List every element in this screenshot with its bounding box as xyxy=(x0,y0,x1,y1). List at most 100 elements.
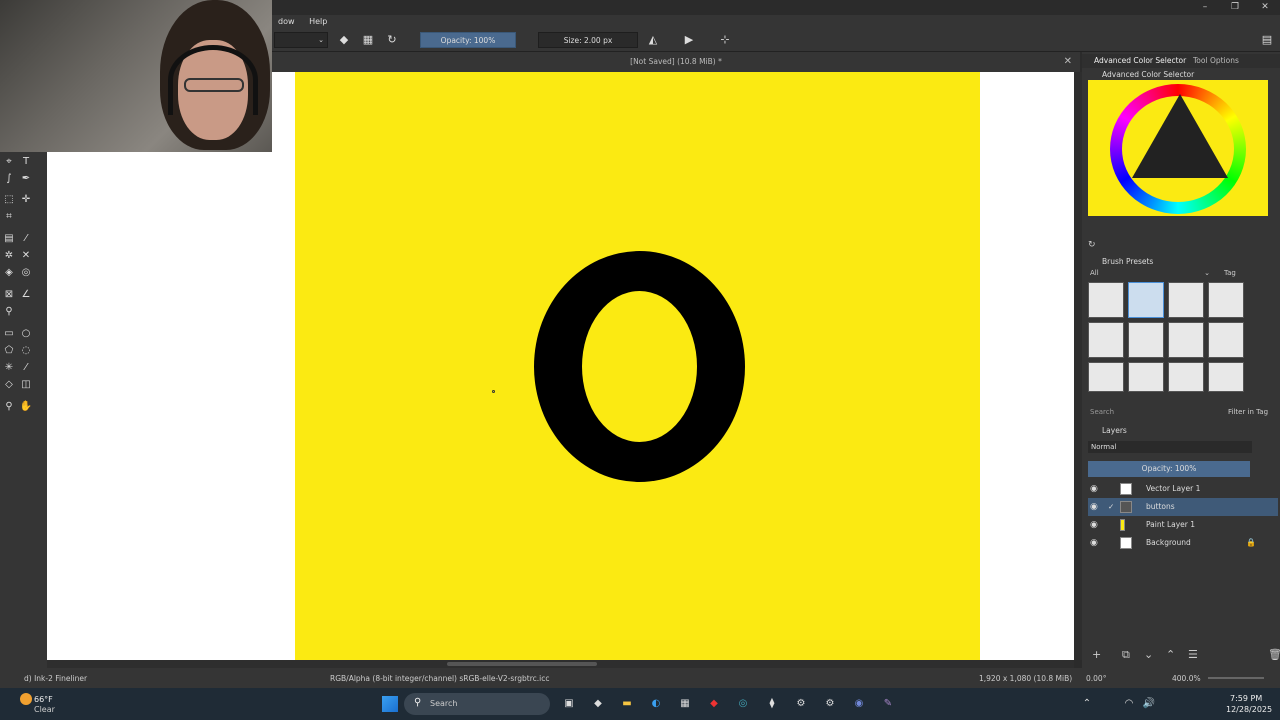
maximize-icon[interactable]: ❐ xyxy=(1220,0,1250,15)
edge-icon[interactable]: ◐ xyxy=(647,688,665,720)
bezier-select-icon[interactable]: ◇ xyxy=(2,378,16,392)
mirror-vertical-icon[interactable]: ▶ xyxy=(682,33,696,47)
brush-preset[interactable] xyxy=(1088,322,1124,358)
tag-button[interactable]: Tag xyxy=(1224,269,1236,277)
discord-icon[interactable]: ◉ xyxy=(850,688,868,720)
reload-preset-icon[interactable]: ↻ xyxy=(385,33,399,47)
duplicate-layer-icon[interactable]: ⧉ xyxy=(1122,648,1130,662)
visibility-icon[interactable]: ◉ xyxy=(1090,516,1098,534)
app-red-icon[interactable]: ◆ xyxy=(705,688,723,720)
assistant-tool-icon[interactable]: ⊠ xyxy=(2,288,16,302)
minimize-icon[interactable]: – xyxy=(1190,0,1220,15)
visibility-icon[interactable]: ◉ xyxy=(1090,498,1098,516)
zoom-slider[interactable] xyxy=(1208,677,1264,679)
calligraphy-icon[interactable]: ✒ xyxy=(19,172,33,186)
brush-preset[interactable] xyxy=(1128,362,1164,392)
tab-advanced-color-selector[interactable]: Advanced Color Selector xyxy=(1094,56,1186,65)
edit-shape-icon[interactable]: ∫ xyxy=(2,172,16,186)
close-document-icon[interactable]: ✕ xyxy=(1064,52,1072,72)
blend-mode-select[interactable]: Normal xyxy=(1088,441,1252,453)
ellipse-select-icon[interactable]: ○ xyxy=(19,327,33,341)
select-shape-icon[interactable]: ⌖ xyxy=(2,155,16,169)
preserve-alpha-icon[interactable]: ▦ xyxy=(361,33,375,47)
clock-date[interactable]: 12/28/2025 xyxy=(1226,705,1272,714)
brush-preset-selected[interactable] xyxy=(1128,282,1164,318)
gradient-icon[interactable]: ▤ xyxy=(2,232,16,246)
wrap-around-icon[interactable]: ⊹ xyxy=(718,33,732,47)
clock-time[interactable]: 7:59 PM xyxy=(1230,694,1262,703)
brush-preset[interactable] xyxy=(1088,282,1124,318)
wifi-icon[interactable]: ◠ xyxy=(1120,688,1138,720)
color-selector-panel[interactable] xyxy=(1088,80,1268,216)
rect-select-icon[interactable]: ▭ xyxy=(2,327,16,341)
layer-row[interactable]: ◉ Paint Layer 1 xyxy=(1088,516,1278,534)
layer-opacity-slider[interactable]: Opacity: 100% xyxy=(1088,461,1250,477)
krita-icon[interactable]: ✎ xyxy=(879,688,897,720)
close-window-icon[interactable]: ✕ xyxy=(1250,0,1280,15)
brush-preset[interactable] xyxy=(1168,362,1204,392)
brush-preset[interactable] xyxy=(1208,362,1244,392)
brush-preset[interactable] xyxy=(1168,322,1204,358)
tab-tool-options[interactable]: Tool Options xyxy=(1193,56,1239,65)
weather-temp[interactable]: 66°F xyxy=(34,695,53,704)
tray-chevron-icon[interactable]: ⌃ xyxy=(1078,688,1096,720)
opacity-slider[interactable]: Opacity: 100% xyxy=(420,32,516,48)
volume-icon[interactable]: 🔊 xyxy=(1140,688,1158,720)
saturation-triangle[interactable] xyxy=(1132,94,1228,178)
move-tool-icon[interactable]: ✛ xyxy=(19,193,33,207)
panel-toggle-icon[interactable]: ▤ xyxy=(1260,33,1274,47)
task-view-icon[interactable]: ▣ xyxy=(560,688,578,720)
refresh-color-icon[interactable]: ↻ xyxy=(1088,240,1096,250)
size-slider[interactable]: Size: 2.00 px xyxy=(538,32,638,48)
menu-help[interactable]: Help xyxy=(303,15,333,29)
assistant-icon[interactable]: ✕ xyxy=(19,249,33,263)
fill-icon[interactable]: ◈ xyxy=(2,266,16,280)
mirror-horizontal-icon[interactable]: ◭ xyxy=(646,33,660,47)
move-up-icon[interactable]: ⌃ xyxy=(1166,648,1175,661)
freehand-select-icon[interactable]: ◌ xyxy=(19,344,33,358)
vertical-scrollbar[interactable] xyxy=(1074,72,1082,660)
text-tool-icon[interactable]: T xyxy=(19,155,33,169)
rotation-label[interactable]: 0.00° xyxy=(1086,674,1106,683)
brush-preset[interactable] xyxy=(1208,322,1244,358)
brush-filter-dropdown[interactable]: All ⌄ xyxy=(1090,269,1210,280)
contiguous-select-icon[interactable]: ⁄ xyxy=(19,361,33,375)
eraser-icon[interactable]: ◆ xyxy=(337,33,351,47)
move-down-icon[interactable]: ⌄ xyxy=(1144,648,1153,661)
brush-preset[interactable] xyxy=(1128,322,1164,358)
zoom-icon[interactable]: ⚲ xyxy=(2,400,16,414)
blend-mode-dropdown[interactable]: ⌄ xyxy=(274,32,328,48)
store-icon[interactable]: ▦ xyxy=(676,688,694,720)
taskbar-search[interactable]: ⚲ Search xyxy=(404,693,550,715)
obs-icon[interactable]: ⧫ xyxy=(763,688,781,720)
layer-row[interactable]: ◉ Background 🔒 xyxy=(1088,534,1278,552)
enclose-fill-icon[interactable]: ◎ xyxy=(19,266,33,280)
color-picker-icon[interactable]: ⁄ xyxy=(19,232,33,246)
layer-properties-icon[interactable]: ☰ xyxy=(1188,648,1198,661)
file-explorer-icon[interactable]: ▬ xyxy=(618,688,636,720)
canvas[interactable] xyxy=(47,72,1074,660)
settings-icon[interactable]: ⚙ xyxy=(821,688,839,720)
polygon-select-icon[interactable]: ⬠ xyxy=(2,344,16,358)
reference-icon[interactable]: ⚲ xyxy=(2,305,16,319)
document-tab[interactable]: [Not Saved] (10.8 MiB) * ✕ xyxy=(272,52,1080,72)
smart-patch-icon[interactable]: ✲ xyxy=(2,249,16,263)
current-brush-label[interactable]: d) Ink-2 Fineliner xyxy=(24,674,87,683)
pan-icon[interactable]: ✋ xyxy=(19,400,33,414)
add-layer-icon[interactable]: + xyxy=(1092,648,1101,661)
visibility-icon[interactable]: ◉ xyxy=(1090,480,1098,498)
filter-in-tag-checkbox[interactable]: Filter in Tag xyxy=(1228,408,1268,416)
weather-desc[interactable]: Clear xyxy=(34,705,55,714)
crop-icon[interactable]: ⌗ xyxy=(2,210,16,224)
delete-layer-icon[interactable]: 🗑 xyxy=(1268,648,1280,661)
brush-preset[interactable] xyxy=(1168,282,1204,318)
copilot-icon[interactable]: ◆ xyxy=(589,688,607,720)
steam-icon[interactable]: ⚙ xyxy=(792,688,810,720)
measure-icon[interactable]: ∠ xyxy=(19,288,33,302)
start-icon[interactable] xyxy=(382,696,398,712)
lock-icon[interactable]: 🔒 xyxy=(1246,534,1256,552)
visibility-icon[interactable]: ◉ xyxy=(1090,534,1098,552)
similar-select-icon[interactable]: ✳ xyxy=(2,361,16,375)
horizontal-scroll-thumb[interactable] xyxy=(447,662,597,666)
transform-icon[interactable]: ⬚ xyxy=(2,193,16,207)
